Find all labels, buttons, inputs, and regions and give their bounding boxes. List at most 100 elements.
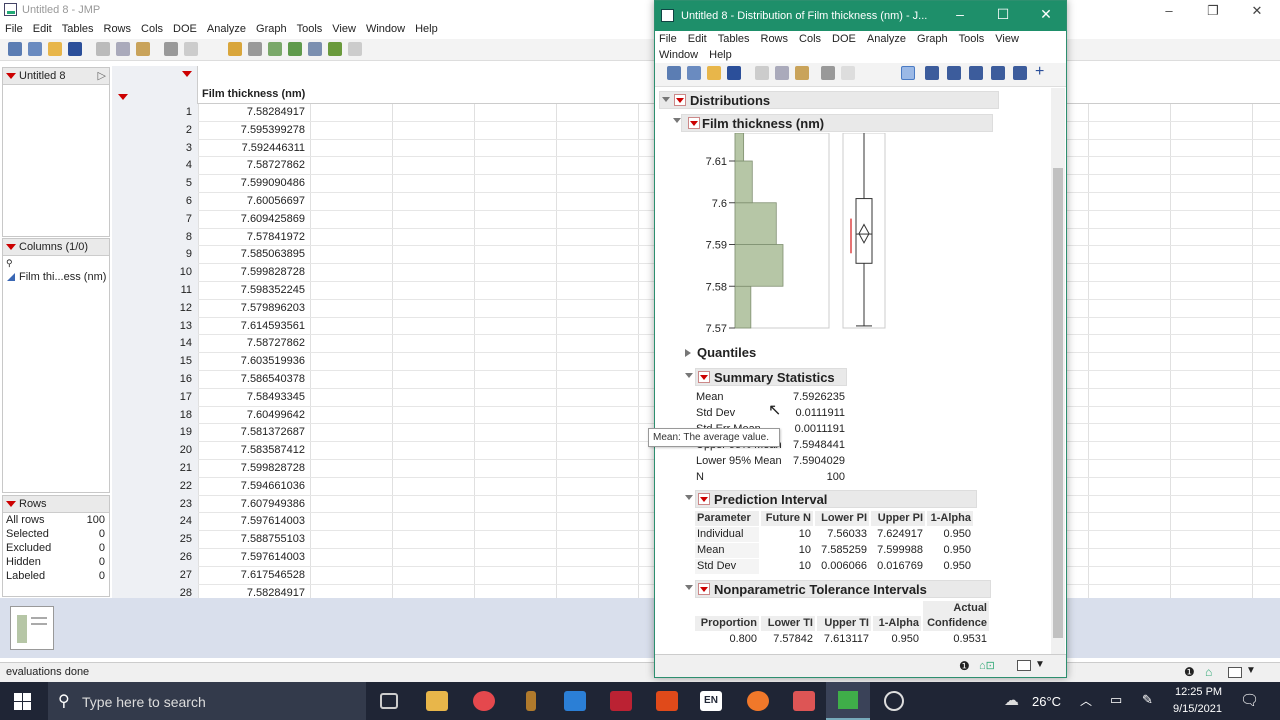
outline-nonparametric-tolerance[interactable]: Nonparametric Tolerance Intervals (695, 580, 991, 598)
film-thickness-cell[interactable]: 7.58727862 (199, 157, 308, 175)
row-number[interactable]: 25 (112, 531, 198, 549)
disclosure-closed-icon[interactable] (685, 349, 691, 357)
table-icon[interactable] (228, 42, 242, 56)
grid-corner[interactable] (112, 66, 198, 104)
firefox-icon[interactable] (747, 691, 769, 711)
battery-icon[interactable]: ▭ (1110, 692, 1122, 708)
row-number[interactable]: 9 (112, 246, 198, 265)
film-thickness-cell[interactable]: 7.603519936 (199, 353, 308, 371)
menu-doe[interactable]: DOE (832, 31, 856, 47)
script-icon[interactable] (164, 42, 178, 56)
histogram-bar[interactable] (734, 244, 784, 287)
home-icon[interactable]: ⌂ (1205, 665, 1212, 679)
film-thickness-cell[interactable]: 7.599828728 (199, 460, 308, 478)
film-thickness-cell[interactable]: 7.58284917 (199, 104, 308, 122)
row-number[interactable]: 2 (112, 121, 198, 140)
film-thickness-cell[interactable]: 7.597614003 (199, 549, 308, 567)
clock-time[interactable]: 12:25 PM (1175, 686, 1222, 698)
close-button[interactable]: ✕ (1234, 0, 1280, 21)
crosshair-icon[interactable] (925, 66, 939, 80)
row-number[interactable]: 28 (112, 584, 198, 598)
red-triangle-icon[interactable] (674, 94, 686, 106)
outline-film-thickness[interactable]: Film thickness (nm) (681, 114, 993, 132)
film-thickness-cell[interactable]: 7.614593561 (199, 318, 308, 336)
red-triangle-icon[interactable] (698, 493, 710, 505)
save-icon[interactable] (727, 66, 741, 80)
red-triangle-icon[interactable] (688, 117, 700, 129)
restore-button[interactable]: ❐ (1190, 0, 1236, 21)
menu-analyze[interactable]: Analyze (867, 31, 906, 47)
red-triangle-icon[interactable] (182, 71, 192, 77)
columns-icon[interactable] (268, 42, 282, 56)
new-script-icon[interactable] (687, 66, 701, 80)
row-number[interactable]: 16 (112, 371, 198, 389)
app-icon-brown[interactable] (526, 691, 536, 711)
row-number[interactable]: 8 (112, 228, 198, 247)
info-icon[interactable]: ❶ (959, 659, 970, 673)
menu-window[interactable]: Window (361, 21, 410, 37)
annotate-icon[interactable]: + (1035, 64, 1049, 80)
row-number[interactable]: 12 (112, 299, 198, 318)
outline-distributions[interactable]: Distributions (659, 91, 999, 109)
grid-icon[interactable] (248, 42, 262, 56)
disclosure-icon[interactable] (673, 118, 681, 123)
film-thickness-cell[interactable]: 7.609425869 (199, 211, 308, 229)
menu-tools[interactable]: Tools (292, 21, 328, 37)
new-table-icon[interactable] (667, 66, 681, 80)
outline-quantiles[interactable]: Quantiles (685, 345, 756, 360)
report-scrollbar[interactable] (1051, 88, 1065, 654)
menu-graph[interactable]: Graph (917, 31, 948, 47)
column-item[interactable]: Film thi...ess (nm) (3, 270, 109, 284)
row-number[interactable]: 23 (112, 495, 198, 514)
menu-rows[interactable]: Rows (761, 31, 789, 47)
chevron-down-icon[interactable]: ▼ (1035, 659, 1045, 670)
save-icon[interactable] (68, 42, 82, 56)
outline-summary-statistics[interactable]: Summary Statistics (695, 368, 847, 386)
distribution-icon[interactable] (288, 42, 302, 56)
row-number[interactable]: 21 (112, 460, 198, 478)
row-number[interactable]: 7 (112, 210, 198, 229)
film-thickness-cell[interactable]: 7.598352245 (199, 282, 308, 300)
film-thickness-cell[interactable]: 7.579896203 (199, 300, 308, 318)
row-number[interactable]: 24 (112, 513, 198, 532)
film-thickness-cell[interactable]: 7.599828728 (199, 264, 308, 282)
new-table-icon[interactable] (8, 42, 22, 56)
menu-help[interactable]: Help (709, 47, 732, 63)
fit-model-icon[interactable] (328, 42, 342, 56)
menu-edit[interactable]: Edit (688, 31, 707, 47)
film-thickness-cell[interactable]: 7.588755103 (199, 531, 308, 549)
film-thickness-cell[interactable]: 7.586540378 (199, 371, 308, 389)
new-script-icon[interactable] (28, 42, 42, 56)
outline-prediction-interval[interactable]: Prediction Interval (695, 490, 977, 508)
menu-rows[interactable]: Rows (99, 21, 137, 37)
open-icon[interactable] (707, 66, 721, 80)
film-thickness-cell[interactable]: 7.58493345 (199, 389, 308, 407)
jmp-taskbar-button[interactable] (826, 682, 870, 720)
menu-doe[interactable]: DOE (168, 21, 202, 37)
notification-icon[interactable]: 🗨 (1240, 691, 1259, 709)
menu-view[interactable]: View (327, 21, 361, 37)
language-icon[interactable]: EN (700, 691, 722, 711)
red-triangle-icon[interactable] (6, 244, 16, 250)
menu-tools[interactable]: Tools (959, 31, 985, 47)
row-number[interactable]: 4 (112, 157, 198, 176)
menu-tables[interactable]: Tables (718, 31, 750, 47)
vscode-icon[interactable] (564, 691, 586, 711)
film-thickness-cell[interactable]: 7.60499642 (199, 407, 308, 425)
row-number[interactable]: 18 (112, 406, 198, 425)
menu-graph[interactable]: Graph (251, 21, 292, 37)
windows-start-icon[interactable] (14, 693, 31, 710)
close-button[interactable]: ✕ (1031, 6, 1061, 23)
row-number[interactable]: 17 (112, 388, 198, 407)
disclosure-icon[interactable] (685, 585, 693, 590)
film-thickness-cell[interactable]: 7.581372687 (199, 424, 308, 442)
columns-search[interactable]: ⚲ (3, 256, 109, 270)
menu-help[interactable]: Help (410, 21, 443, 37)
taskbar-search-box[interactable]: ⚲ Type here to search (48, 682, 366, 720)
row-number[interactable]: 10 (112, 264, 198, 282)
red-triangle-icon[interactable] (6, 501, 16, 507)
rows-selected[interactable]: Selected 0 (3, 527, 109, 541)
menu-window[interactable]: Window (659, 47, 698, 63)
film-thickness-cell[interactable]: 7.607949386 (199, 496, 308, 514)
row-number[interactable]: 1 (112, 104, 198, 122)
